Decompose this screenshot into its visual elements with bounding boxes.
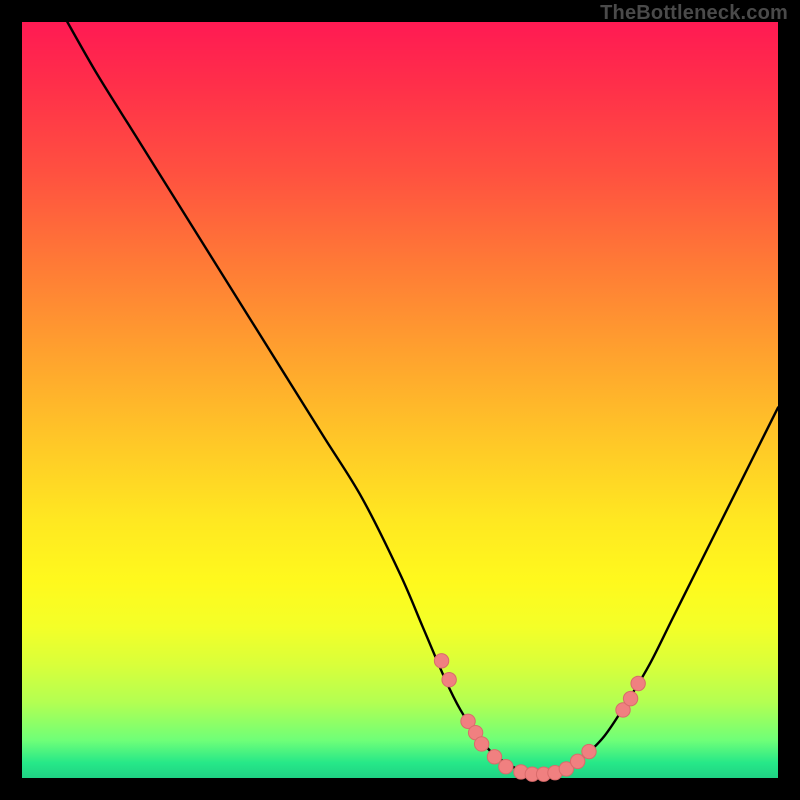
chart-svg: [22, 22, 778, 778]
scatter-dot: [487, 750, 501, 764]
bottleneck-curve: [67, 22, 778, 775]
scatter-dot: [582, 744, 596, 758]
scatter-dot: [474, 737, 488, 751]
scatter-dot: [442, 673, 456, 687]
scatter-dot: [570, 754, 584, 768]
scatter-dot: [434, 654, 448, 668]
scatter-dots: [434, 654, 645, 782]
scatter-dot: [499, 759, 513, 773]
watermark-text: TheBottleneck.com: [600, 2, 788, 25]
scatter-dot: [631, 676, 645, 690]
scatter-dot: [623, 691, 637, 705]
